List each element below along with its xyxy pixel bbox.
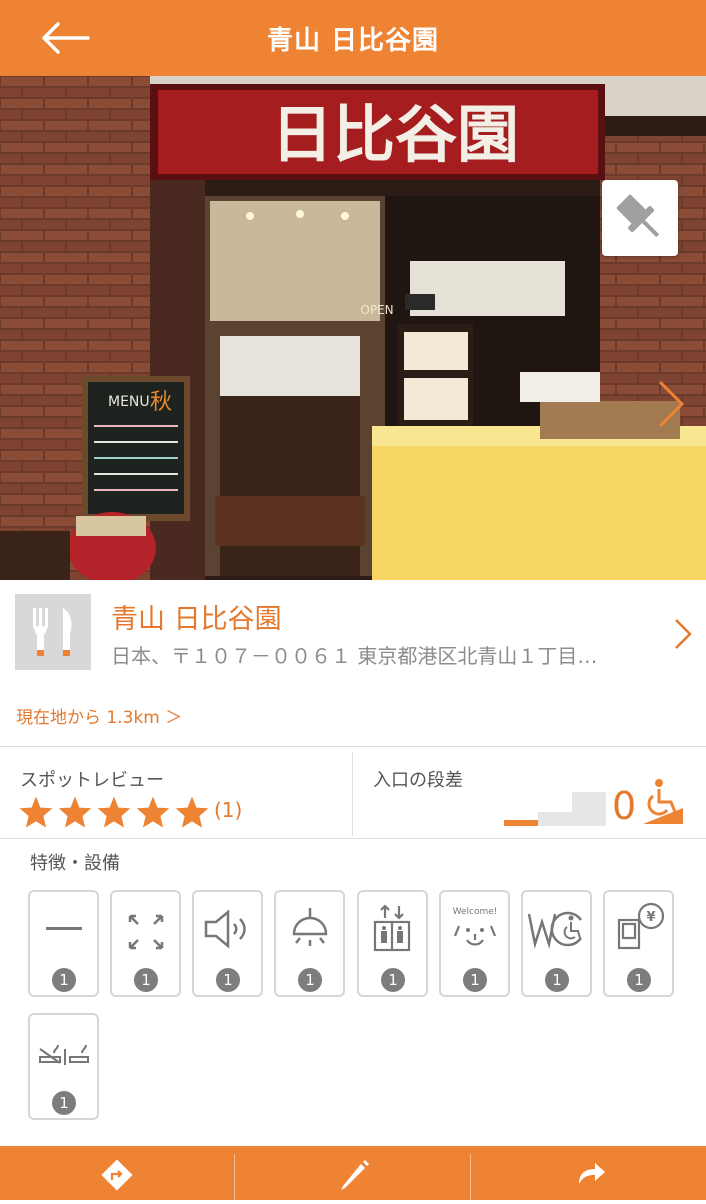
spot-photo-carousel[interactable]: 日比谷園 OPEN MENU 秋: [0, 76, 706, 580]
feature-count-badge: 1: [134, 968, 158, 992]
feature-tile-toilet[interactable]: 1: [521, 890, 592, 997]
divider: [0, 746, 706, 747]
smoking-separated-icon: [39, 1044, 89, 1065]
star-rating[interactable]: [18, 795, 210, 829]
welcome-caption: Welcome!: [453, 907, 498, 917]
edit-icon: [341, 1160, 369, 1190]
star-icon: [19, 796, 53, 828]
feature-tile-audio[interactable]: 1: [192, 890, 263, 997]
feature-count-badge: 1: [381, 968, 405, 992]
feature-count-badge: 1: [216, 968, 240, 992]
payment-icon: ¥: [617, 902, 665, 950]
photo-menu-board-title: MENU: [108, 394, 150, 410]
header-bar: 青山 日比谷園: [0, 0, 706, 76]
divider: [0, 838, 706, 839]
review-label: スポットレビュー: [20, 770, 164, 791]
spacious-icon: [128, 914, 164, 950]
entrance-step-label: 入口の段差: [373, 770, 463, 791]
feature-count-badge: 1: [52, 1091, 76, 1115]
restaurant-entrance-photo: 日比谷園 OPEN MENU 秋: [0, 76, 706, 580]
feature-tile-welcome[interactable]: Welcome! 1: [439, 890, 510, 997]
feature-tile-payment[interactable]: ¥ 1: [603, 890, 674, 997]
photo-open-sign: OPEN: [360, 303, 393, 317]
share-icon: [579, 1163, 605, 1184]
photo-menu-board-season: 秋: [150, 390, 172, 415]
page-title: 青山 日比谷園: [266, 26, 440, 56]
feature-count-badge: 1: [545, 968, 569, 992]
star-icon: [175, 796, 209, 828]
features-label: 特徴・設備: [30, 853, 120, 874]
spot-address: 日本、〒１０７－００６１ 東京都港区北青山１丁目…: [111, 644, 598, 668]
step-height-graphic: [504, 792, 606, 826]
restaurant-icon: [33, 608, 72, 656]
distance-link[interactable]: 現在地から 1.3km ＞: [16, 703, 182, 728]
feature-count-badge: 1: [463, 968, 487, 992]
review-count[interactable]: (1): [214, 798, 242, 822]
feature-tile-spacious[interactable]: 1: [110, 890, 181, 997]
feature-count-badge: 1: [298, 968, 322, 992]
edit-button[interactable]: [235, 1146, 470, 1200]
spot-name[interactable]: 青山 日比谷園: [111, 597, 282, 636]
feature-count-badge: 1: [627, 968, 651, 992]
chevron-right-icon[interactable]: [672, 617, 694, 651]
star-icon: [97, 796, 131, 828]
wheelchair-slope-icon: [643, 779, 683, 824]
divider: [352, 752, 353, 836]
svg-text:¥: ¥: [646, 910, 655, 925]
audio-guide-icon: [204, 909, 246, 949]
chevron-right-icon[interactable]: [650, 376, 690, 432]
feature-count-badge: 1: [52, 968, 76, 992]
restaurant-category-badge: [15, 594, 91, 670]
pin-button[interactable]: [602, 180, 678, 256]
elevator-icon: [373, 904, 411, 952]
feature-tile-lighting[interactable]: 1: [274, 890, 345, 997]
share-button[interactable]: [471, 1146, 706, 1200]
bottom-toolbar: [0, 1146, 706, 1200]
photo-sign-text: 日比谷園: [271, 98, 519, 171]
entrance-step-value: 0: [612, 784, 637, 828]
flat-floor-icon: [46, 927, 82, 930]
star-icon: [58, 796, 92, 828]
feature-tile-smoking[interactable]: 1: [28, 1013, 99, 1120]
directions-icon: [101, 1159, 133, 1191]
welcome-staff-icon: Welcome!: [453, 907, 498, 946]
feature-tile-elevator[interactable]: 1: [357, 890, 428, 997]
directions-button[interactable]: [0, 1146, 234, 1200]
star-icon: [136, 796, 170, 828]
lighting-icon: [292, 908, 328, 946]
pin-icon: [616, 194, 660, 238]
accessible-toilet-icon: [527, 911, 583, 949]
feature-tile-flat-floor[interactable]: 1: [28, 890, 99, 997]
